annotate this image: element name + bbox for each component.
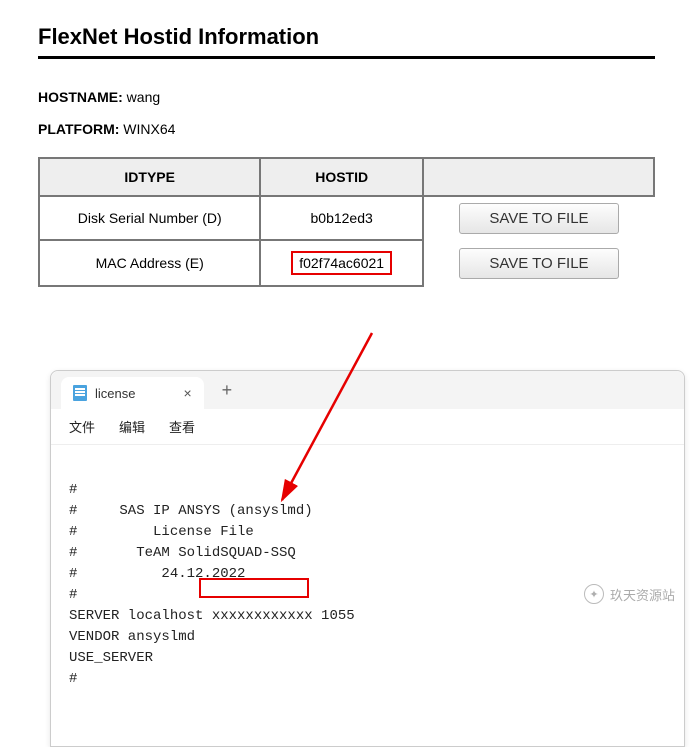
tab-license[interactable]: license × — [61, 377, 204, 409]
table-row: Disk Serial Number (D) b0b12ed3 SAVE TO … — [39, 196, 654, 240]
code-line: # 24.12.2022 — [69, 566, 245, 582]
menu-view[interactable]: 查看 — [169, 417, 195, 436]
table-row: MAC Address (E) f02f74ac6021 SAVE TO FIL… — [39, 240, 654, 286]
page-title: FlexNet Hostid Information — [38, 24, 655, 50]
save-to-file-button[interactable]: SAVE TO FILE — [459, 248, 619, 279]
code-line: # — [69, 482, 77, 498]
save-to-file-button[interactable]: SAVE TO FILE — [459, 203, 619, 234]
notepad-window: license × + 文件 编辑 查看 # # SAS IP ANSYS (a… — [50, 370, 685, 747]
menu-bar: 文件 编辑 查看 — [51, 409, 684, 445]
hostid-highlight: f02f74ac6021 — [291, 251, 392, 275]
watermark-text: 玖天资源站 — [610, 585, 675, 604]
code-line: # TeAM SolidSQUAD-SSQ — [69, 545, 296, 561]
hostname-label: HOSTNAME: — [38, 89, 123, 105]
cell-hostid: f02f74ac6021 — [260, 240, 423, 286]
code-line: SERVER localhost xxxxxxxxxxxx 1055 — [69, 608, 355, 624]
platform-value: WINX64 — [123, 121, 175, 137]
hostname-value: wang — [127, 89, 160, 105]
code-line: # SAS IP ANSYS (ansyslmd) — [69, 503, 313, 519]
code-line: # — [69, 671, 77, 687]
watermark: ✦ 玖天资源站 — [584, 584, 675, 604]
tab-title: license — [95, 386, 135, 401]
tab-bar: license × + — [51, 371, 684, 409]
wechat-icon: ✦ — [584, 584, 604, 604]
code-line: VENDOR ansyslmd — [69, 629, 195, 645]
divider — [38, 56, 655, 59]
hostname-line: HOSTNAME: wang — [38, 89, 655, 105]
header-idtype: IDTYPE — [39, 158, 260, 196]
cell-idtype: MAC Address (E) — [39, 240, 260, 286]
menu-file[interactable]: 文件 — [69, 417, 95, 436]
table-header-row: IDTYPE HOSTID — [39, 158, 654, 196]
close-icon[interactable]: × — [183, 385, 191, 401]
code-line: # — [69, 587, 77, 603]
menu-edit[interactable]: 编辑 — [119, 417, 145, 436]
add-tab-button[interactable]: + — [222, 380, 233, 401]
platform-label: PLATFORM: — [38, 121, 119, 137]
header-hostid: HOSTID — [260, 158, 423, 196]
code-line: USE_SERVER — [69, 650, 153, 666]
file-icon — [73, 385, 87, 401]
header-action — [423, 158, 654, 196]
cell-idtype: Disk Serial Number (D) — [39, 196, 260, 240]
platform-line: PLATFORM: WINX64 — [38, 121, 655, 137]
code-line: # License File — [69, 524, 254, 540]
hostid-table: IDTYPE HOSTID Disk Serial Number (D) b0b… — [38, 157, 655, 287]
cell-hostid: b0b12ed3 — [260, 196, 423, 240]
